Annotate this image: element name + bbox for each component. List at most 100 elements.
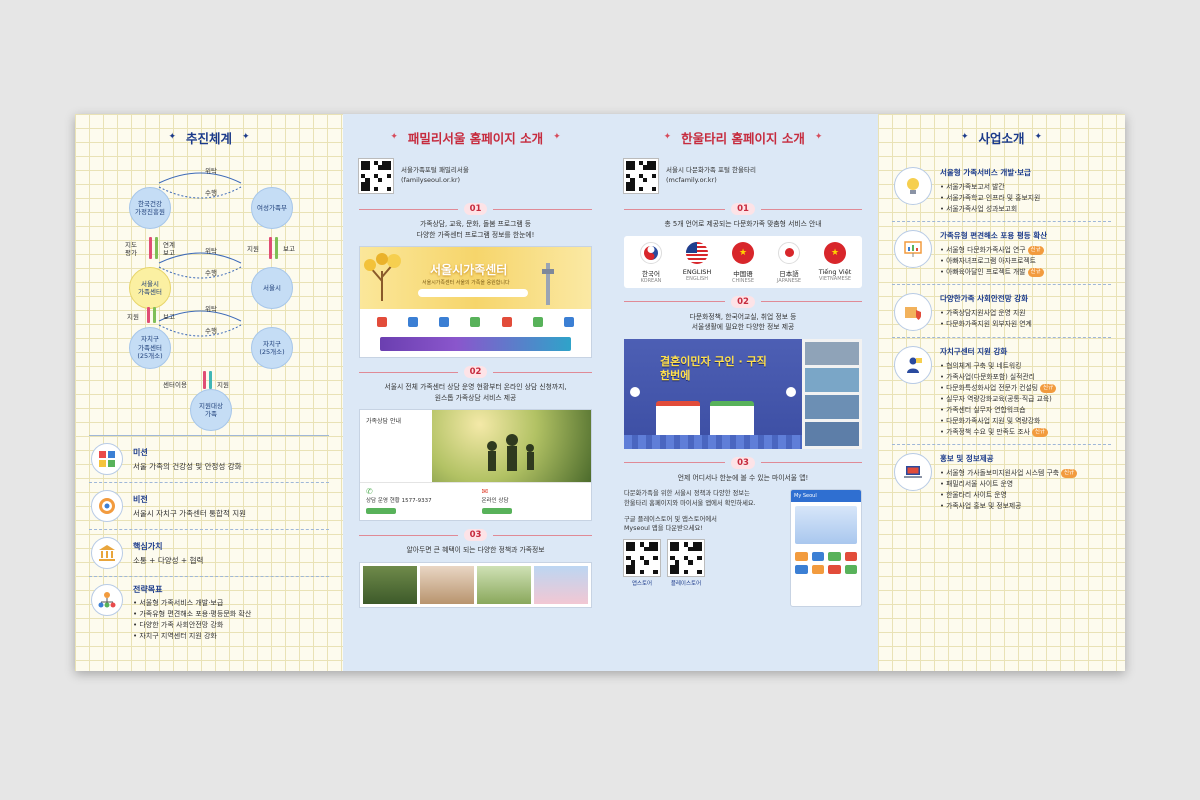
- sparkle-icon: ✦: [242, 132, 250, 142]
- sparkle-icon: ✦: [390, 132, 398, 142]
- org-node-district-center: 자치구 가족센터 (25개소): [129, 327, 171, 369]
- qr-code[interactable]: [667, 539, 705, 578]
- org-node-seoul-center: 서울시 가족센터: [129, 267, 171, 309]
- org-label: 위탁: [205, 247, 217, 255]
- project-line: • 패밀리서울 사이트 운영: [940, 480, 1014, 488]
- goals-title: 전략목표: [133, 585, 163, 594]
- banner-side-menu: [802, 338, 862, 449]
- presentation-board-icon: [894, 230, 932, 268]
- portal-name: 서울시 다문화가족 포털 한울타리: [666, 166, 756, 175]
- vision-text: 서울시 자치구 가족센터 통합적 지원: [133, 508, 247, 518]
- lang-english[interactable]: ENGLISH ENGLISH: [674, 241, 720, 284]
- side-menu-item[interactable]: [805, 395, 859, 419]
- org-chart: 한국건강 가정진흥원 여성가족부 서울시 가족센터 서울시 자치구 가족센터 (25개소…: [91, 159, 327, 435]
- playstore-qr[interactable]: 플레이스토어: [667, 539, 705, 588]
- arrow-down-icon: [203, 371, 206, 389]
- section-desc: 가족상담, 교육, 문화, 돌봄 프로그램 등 다양한 가족센터 프로그램 정보를…: [416, 220, 535, 239]
- panel-title: ✦ 추진체계 ✦: [168, 131, 250, 146]
- app-banner: [795, 506, 857, 545]
- family-photo: [432, 410, 591, 483]
- org-label: 수행: [205, 189, 217, 197]
- lightbulb-icon: [894, 167, 932, 205]
- policy-thumb[interactable]: [477, 565, 531, 604]
- playstore-label: 플레이스토어: [670, 581, 702, 588]
- qr-row: 서울가족포털 패밀리서울 (familyseoul.or.kr): [358, 158, 592, 194]
- portal-url: (mcfamily.or.kr): [666, 176, 717, 184]
- arrow-down-icon: [149, 237, 152, 259]
- org-label: 보고: [163, 313, 175, 321]
- panel-title: ✦ 사업소개 ✦: [960, 131, 1043, 146]
- project-title: 서울형 가족서비스 개발·보급: [940, 168, 1031, 177]
- new-badge: 신규: [1027, 268, 1044, 277]
- arrow-up-icon: [155, 237, 158, 259]
- mission-text: 서울 가족의 건강성 및 안정성 강화: [133, 461, 242, 471]
- chat-icon: ✉: [481, 487, 489, 497]
- org-node-kihf: 한국건강 가정진흥원: [129, 187, 171, 229]
- goal-item: • 다양한 가족 사회안전망 강화: [133, 620, 224, 629]
- panel-hanultari: ✦ 한울타리 홈페이지 소개 ✦ 서울시 다문화가족 포털 한울타리 (mcfam…: [608, 114, 878, 671]
- site-banner[interactable]: [380, 337, 571, 352]
- side-menu-item[interactable]: [805, 368, 859, 393]
- lang-korean[interactable]: 한국어 KOREAN: [628, 241, 674, 284]
- online-counsel: 온라인 상담: [481, 498, 509, 505]
- app-section: 다문화가족을 위한 서울시 정책과 다양한 정보는 한울타리 홈페이지와 마이서울…: [623, 489, 862, 608]
- arrow-down-icon: [269, 237, 272, 259]
- arrow-up-icon: [275, 237, 278, 259]
- vision-row: 비전서울시 자치구 가족센터 통합적 지원: [91, 483, 327, 529]
- project-line: • 서울형 가사돌보미지원사업 시스템 구축 신규: [940, 468, 1078, 479]
- vision-title: 비전: [133, 494, 148, 504]
- next-slide-button[interactable]: [786, 386, 796, 397]
- project-line: • 한울타리 사이트 운영: [940, 491, 1007, 499]
- values-row: 핵심가치 소통 + 다양성 + 협력: [91, 530, 327, 576]
- counseling-screenshot: 가족상담 안내 ✆ 상담 운영 현황 1577-9337 ✉ 온라인 상담: [359, 409, 592, 522]
- section-header: 01: [624, 203, 862, 215]
- sparkle-icon: ✦: [553, 132, 561, 142]
- online-button[interactable]: [481, 508, 512, 515]
- job-card: [656, 400, 700, 439]
- new-badge: 신규: [1040, 384, 1057, 393]
- lang-vietnamese[interactable]: ★ Tiếng Việt VIETNAMESE: [812, 241, 858, 284]
- phone-button[interactable]: [366, 508, 396, 515]
- project-line: • 다문화특성화사업 전문가 컨설팅 신규: [940, 383, 1057, 394]
- side-menu-item[interactable]: [805, 421, 859, 446]
- arrow-up-icon: [153, 307, 156, 323]
- project-line: • 서울가족사업 성과보고회: [940, 205, 1018, 213]
- portal-name: 서울가족포털 패밀리서울: [401, 166, 469, 175]
- qr-code[interactable]: [623, 158, 659, 194]
- project-item: 자치구센터 지원 강화 • 협의체계 구축 및 네트워킹 • 가족사업(다문화포…: [894, 338, 1109, 444]
- panel-projects: ✦ 사업소개 ✦ 서울형 가족서비스 개발·보급 • 서울가족보고서 발간 • …: [878, 114, 1125, 671]
- vietnam-flag-icon: ★: [824, 241, 846, 264]
- policy-thumb[interactable]: [363, 565, 417, 604]
- org-label: 지원: [217, 381, 229, 389]
- prev-slide-button[interactable]: [630, 386, 640, 397]
- sparkle-icon: ✦: [663, 132, 672, 142]
- org-label: 지원: [127, 313, 139, 321]
- side-menu-item[interactable]: [805, 341, 859, 366]
- qr-code[interactable]: [623, 539, 661, 578]
- goals-list: • 서울형 가족서비스 개발·보급 • 가족유형 편견해소 포용·평등문화 확산…: [133, 598, 251, 641]
- section-header: 01: [359, 203, 592, 215]
- org-label: 지원: [247, 245, 259, 253]
- goal-item: • 가족유형 편견해소 포용·평등문화 확산: [133, 609, 252, 618]
- app-text: 다문화가족을 위한 서울시 정책과 다양한 정보는 한울타리 홈페이지와 마이서울…: [624, 490, 756, 507]
- panel-title: ✦ 한울타리 홈페이지 소개 ✦: [663, 131, 823, 146]
- project-title: 가족유형 편견해소 포용 평등 확산: [940, 231, 1048, 240]
- policy-thumb[interactable]: [420, 565, 474, 604]
- values-title: 핵심가치: [133, 541, 163, 551]
- sparkle-icon: ✦: [960, 132, 969, 142]
- project-title: 자치구센터 지원 강화: [940, 347, 1008, 356]
- appstore-qr[interactable]: 앱스토어: [623, 539, 661, 587]
- puzzle-icon: [91, 443, 123, 475]
- project-line: • 서울가족학교 인프라 및 홍보지원: [940, 194, 1041, 202]
- site-search-bar[interactable]: [418, 289, 528, 298]
- phone-icon: ✆: [366, 487, 373, 497]
- org-label: 평가: [125, 249, 137, 257]
- qr-row: 서울시 다문화가족 포털 한울타리 (mcfamily.or.kr): [623, 158, 862, 194]
- lang-japanese[interactable]: 日本語 JAPANESE: [766, 241, 812, 284]
- job-banner-screenshot: 결혼이민자 구인 · 구직 한번에: [624, 338, 862, 449]
- lang-chinese[interactable]: ★ 中国语 CHINESE: [720, 241, 766, 284]
- policy-thumb[interactable]: [534, 565, 588, 604]
- site-subtitle: 서울시가족센터 서울의 가족을 응원합니다: [422, 280, 510, 287]
- section-desc: 언제 어디서나 한눈에 볼 수 있는 마이서울 앱!: [677, 473, 809, 482]
- qr-code[interactable]: [358, 158, 394, 194]
